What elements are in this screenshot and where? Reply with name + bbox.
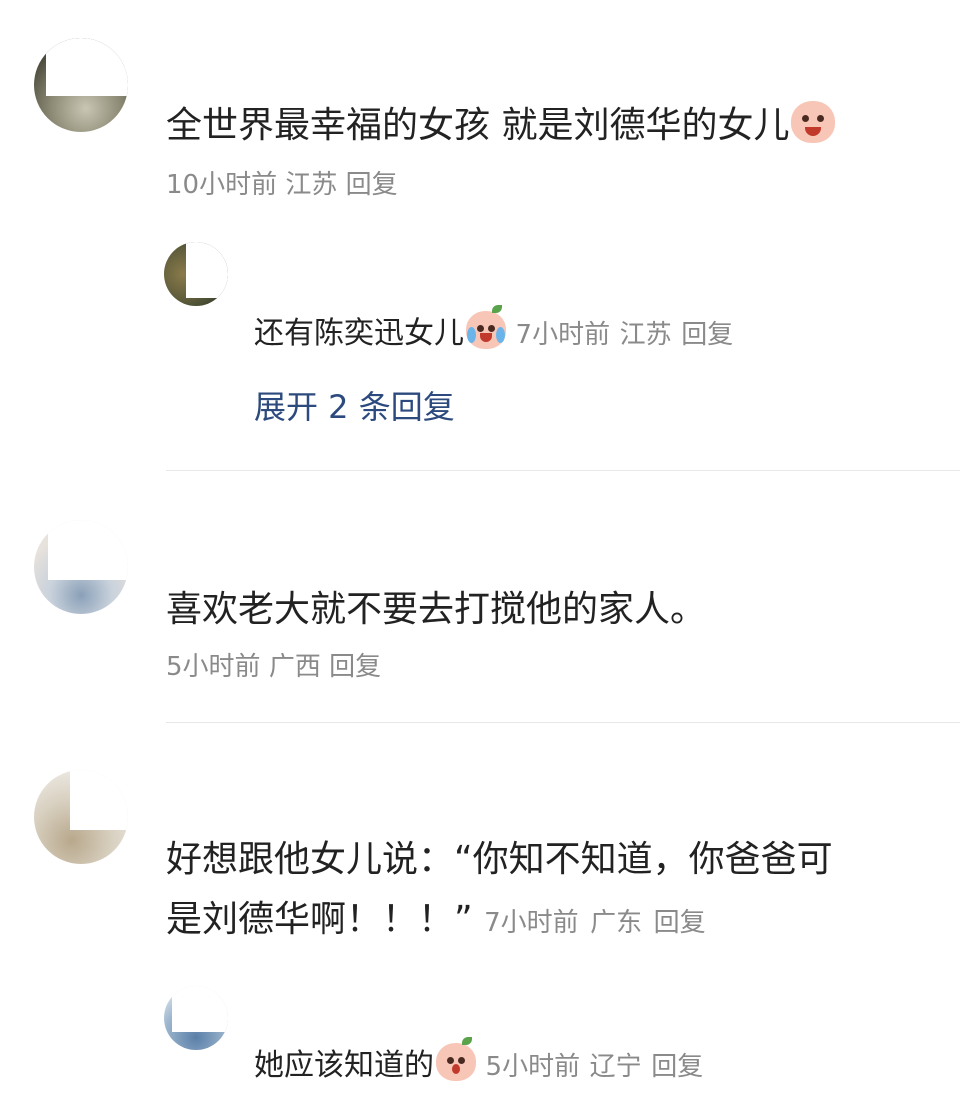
comment-time: 7小时前 [484, 908, 579, 938]
comment-text-line2: 是刘德华啊！！！” 7小时前 广东 回复 [166, 899, 706, 940]
comment-text: 喜欢老大就不要去打搅他的家人。 [166, 589, 707, 630]
divider [166, 722, 960, 723]
reply-button[interactable]: 回复 [654, 908, 706, 938]
reply-text: 她应该知道的 5小时前 辽宁 回复 [254, 1037, 703, 1084]
surprised-peach-emoji-icon [436, 1037, 476, 1081]
divider [166, 470, 960, 471]
comment-location: 江苏 [285, 170, 338, 200]
reply-time: 5小时前 [485, 1052, 581, 1082]
reply-location: 辽宁 [589, 1052, 642, 1082]
avatar[interactable] [34, 770, 128, 864]
comment-time: 5小时前 [166, 652, 261, 682]
laughing-pig-emoji-icon [791, 101, 836, 143]
reply-button[interactable]: 回复 [346, 170, 398, 200]
reply-button[interactable]: 回复 [651, 1052, 703, 1082]
comment-meta: 10小时前 江苏 回复 [166, 164, 398, 201]
avatar[interactable] [34, 520, 128, 614]
reply-button[interactable]: 回复 [681, 320, 733, 350]
avatar[interactable] [34, 38, 128, 132]
reply-time: 7小时前 [515, 320, 611, 350]
avatar[interactable] [164, 986, 228, 1050]
comment-location: 广西 [268, 652, 321, 682]
avatar[interactable] [164, 242, 228, 306]
comment-meta: 5小时前 广西 回复 [166, 646, 381, 683]
reply-location: 江苏 [619, 320, 672, 350]
comment-text-line1: 好想跟他女儿说：“你知不知道，你爸爸可 [166, 839, 833, 880]
comment-time: 10小时前 [166, 170, 278, 200]
comment-text: 全世界最幸福的女孩 就是刘德华的女儿 [166, 96, 836, 148]
reply-button[interactable]: 回复 [329, 652, 381, 682]
comment-location: 广东 [590, 908, 643, 938]
crying-laughing-peach-emoji-icon [466, 305, 506, 349]
expand-replies-link[interactable]: 展开 2 条回复 [254, 382, 455, 428]
reply-text: 还有陈奕迅女儿 7小时前 江苏 回复 [254, 305, 733, 352]
